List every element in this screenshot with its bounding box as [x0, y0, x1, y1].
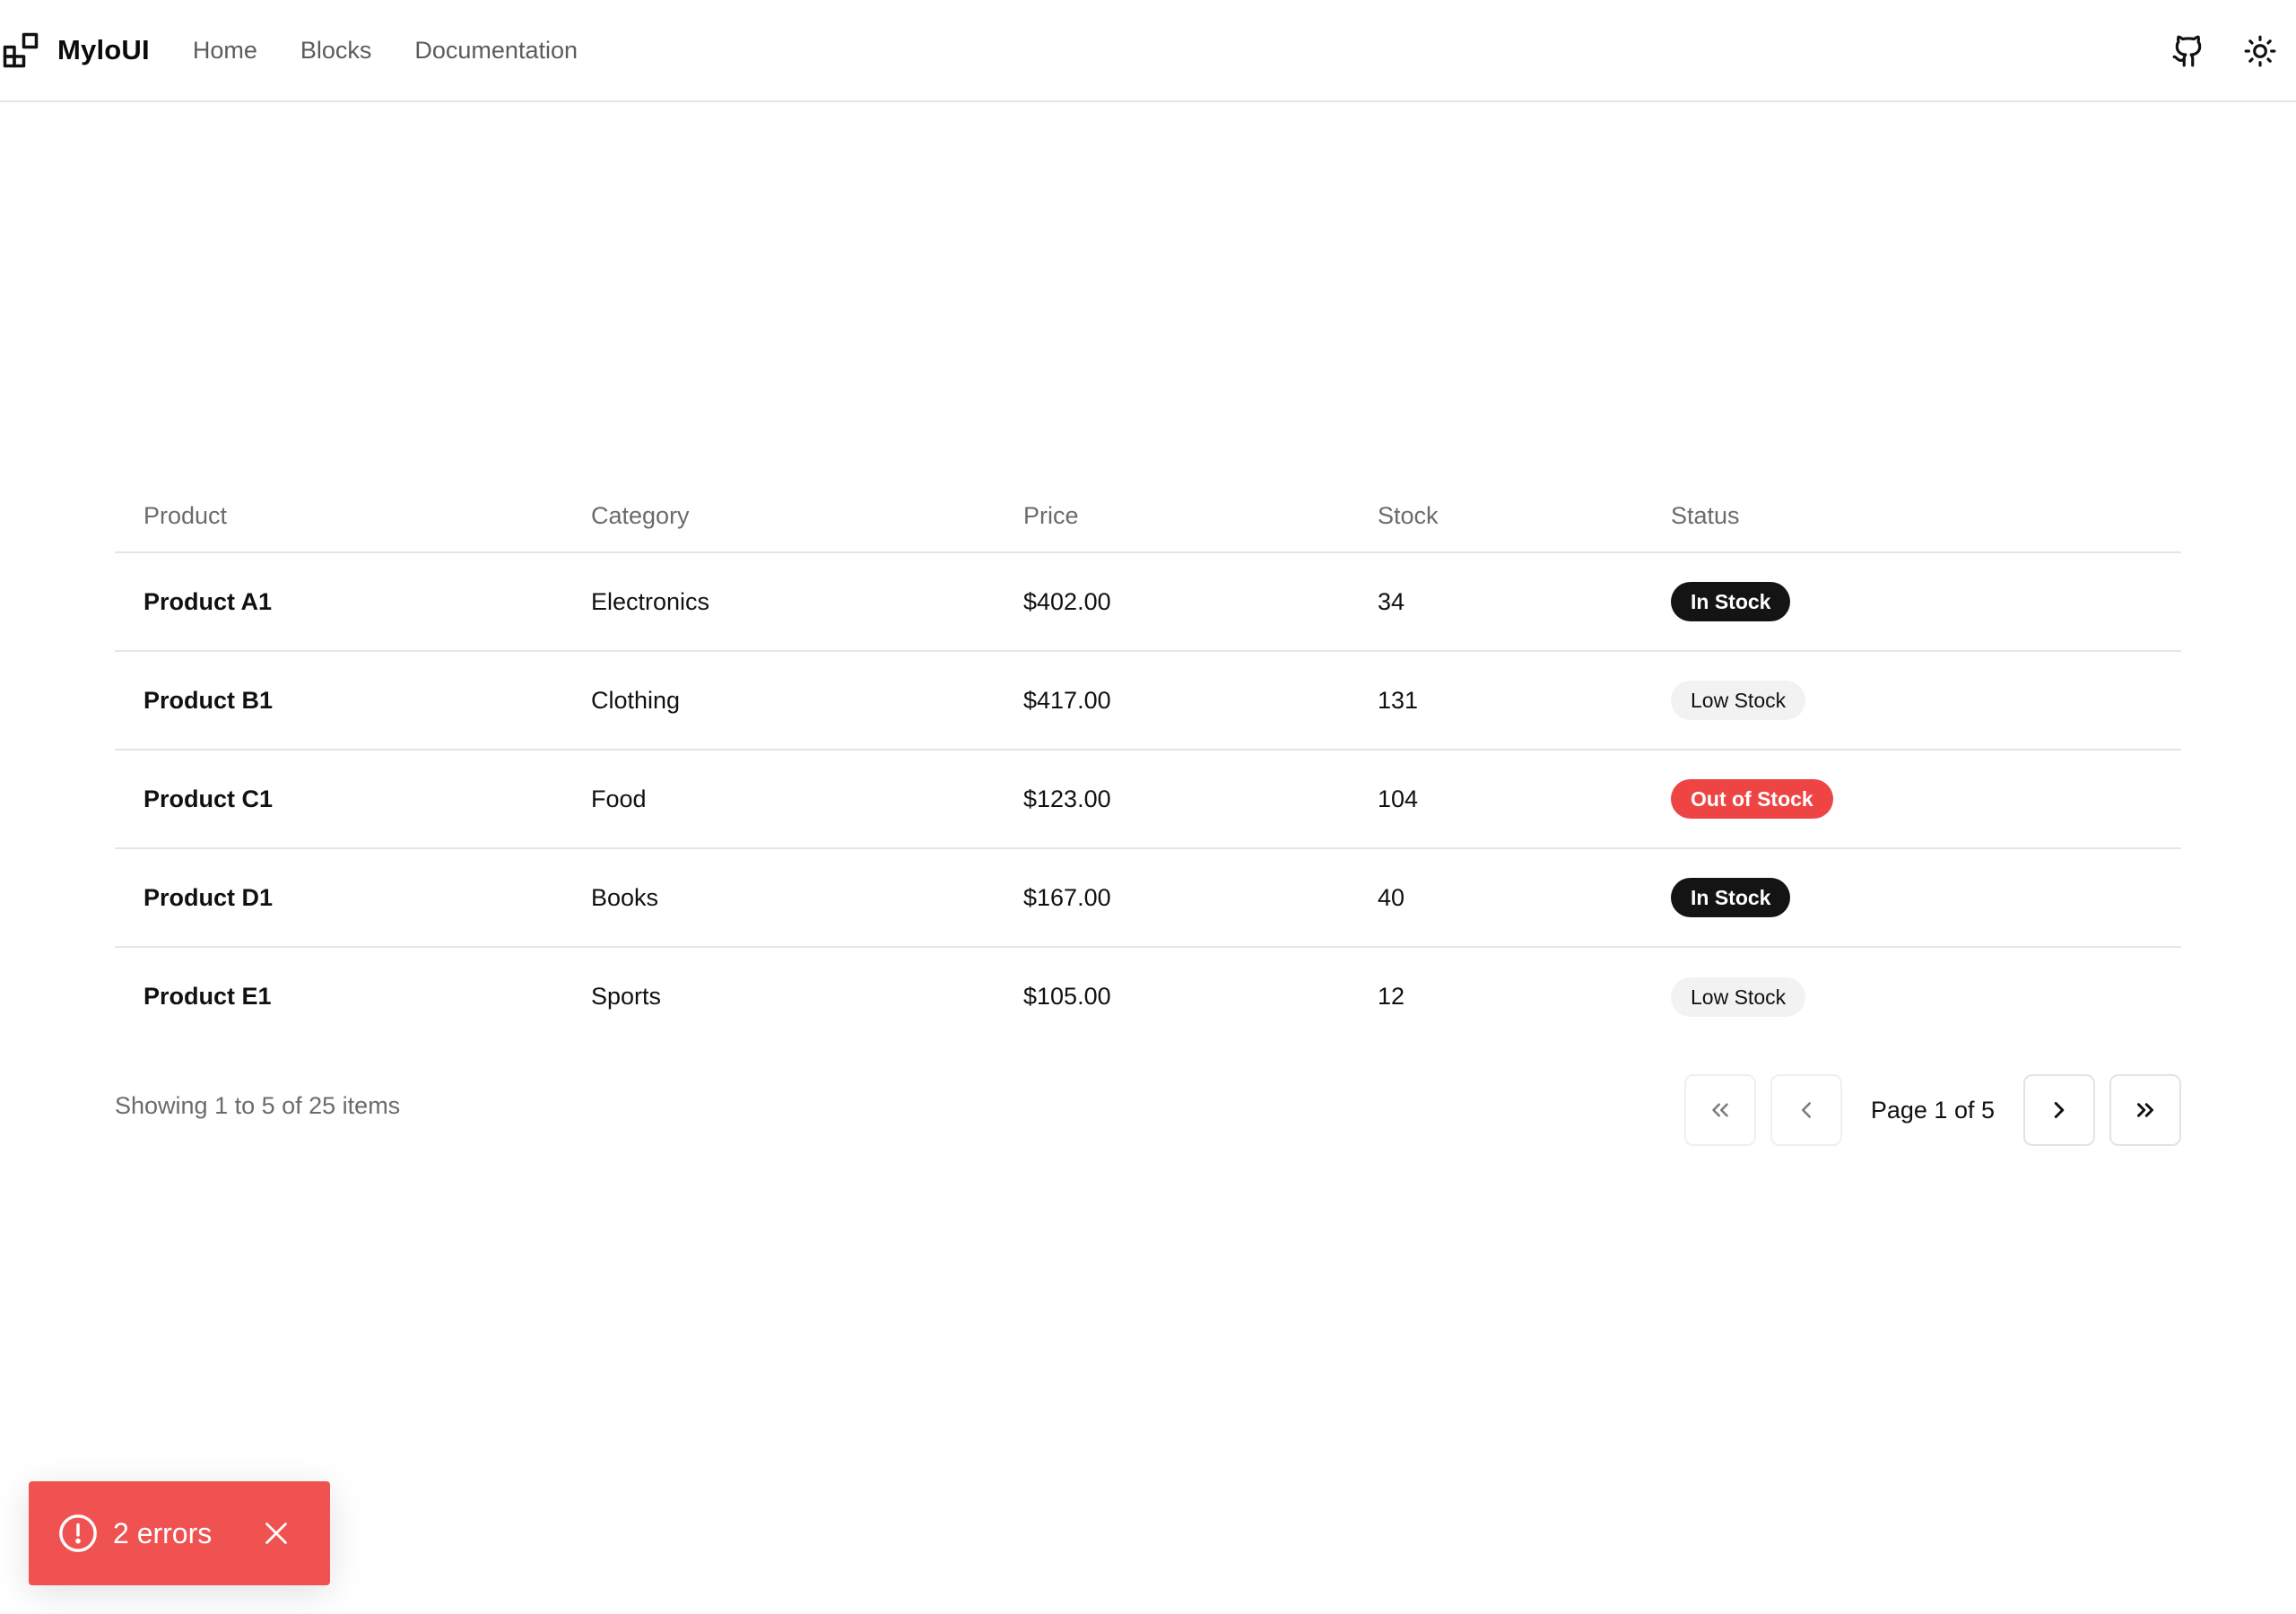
- cell-price: $167.00: [995, 848, 1349, 948]
- products-table: Product Category Price Stock Status Prod…: [115, 481, 2181, 1046]
- theme-toggle-button[interactable]: [2235, 26, 2285, 76]
- github-button[interactable]: [2163, 26, 2213, 76]
- cell-category: Sports: [591, 983, 662, 1010]
- cell-status: Low Stock: [1642, 651, 2181, 751]
- column-header-price: Price: [995, 481, 1349, 553]
- github-icon: [2171, 34, 2205, 68]
- sun-icon: [2243, 34, 2277, 68]
- error-toast[interactable]: 2 errors: [29, 1481, 330, 1585]
- grid-blocks-icon: [2, 31, 39, 69]
- next-page-button[interactable]: [2023, 1074, 2095, 1146]
- table-header-row: Product Category Price Stock Status: [115, 481, 2181, 553]
- alert-circle-icon: [57, 1513, 99, 1554]
- last-page-button[interactable]: [2109, 1074, 2181, 1146]
- cell-status: Out of Stock: [1642, 750, 2181, 849]
- chevron-left-icon: [1793, 1097, 1820, 1124]
- close-icon[interactable]: [260, 1517, 292, 1549]
- products-table-container: Product Category Price Stock Status Prod…: [115, 481, 2181, 1046]
- status-badge: Low Stock: [1671, 681, 1806, 720]
- chevrons-right-icon: [2132, 1097, 2159, 1124]
- first-page-button[interactable]: [1683, 1074, 1756, 1146]
- brand-link[interactable]: MyloUI: [2, 31, 150, 69]
- table-row: Product E1 Sports $105.00 12 Low Stock: [115, 947, 2181, 1046]
- cell-product: Product B1: [115, 651, 562, 751]
- status-badge: Low Stock: [1671, 976, 1806, 1017]
- column-header-category: Category: [562, 481, 995, 553]
- table-row: Product A1 Electronics $402.00 34 In Sto…: [115, 552, 2181, 652]
- status-badge: In Stock: [1671, 582, 1791, 621]
- column-header-stock: Stock: [1349, 481, 1642, 553]
- nav-documentation[interactable]: Documentation: [414, 37, 578, 65]
- cell-product: Product E1: [144, 983, 272, 1010]
- error-count: 2 errors: [113, 1516, 213, 1549]
- cell-price: $123.00: [995, 750, 1349, 849]
- table-row: Product D1 Books $167.00 40 In Stock: [115, 848, 2181, 948]
- page-indicator: Page 1 of 5: [1870, 1096, 1995, 1124]
- main-nav: Home Blocks Documentation: [193, 37, 621, 65]
- cell-category: Electronics: [562, 552, 995, 652]
- nav-home[interactable]: Home: [193, 37, 257, 65]
- status-badge: Out of Stock: [1671, 779, 1833, 819]
- cell-stock: 40: [1349, 848, 1642, 948]
- column-header-status: Status: [1642, 481, 2181, 553]
- cell-category: Books: [562, 848, 995, 948]
- cell-status: In Stock: [1642, 848, 2181, 948]
- cell-product: Product D1: [115, 848, 562, 948]
- cell-product: Product A1: [115, 552, 562, 652]
- column-header-product: Product: [115, 481, 562, 553]
- cell-category: Clothing: [562, 651, 995, 751]
- pagination: Page 1 of 5: [1683, 1074, 2181, 1146]
- cell-category: Food: [562, 750, 995, 849]
- header-actions: [2163, 0, 2296, 102]
- table-row: Product B1 Clothing $417.00 131 Low Stoc…: [115, 651, 2181, 751]
- cell-stock: 34: [1349, 552, 1642, 652]
- top-navbar: MyloUI Home Blocks Documentation: [0, 0, 2296, 102]
- cell-price: $402.00: [995, 552, 1349, 652]
- brand-name: MyloUI: [57, 34, 150, 65]
- cell-price: $105.00: [1023, 983, 1111, 1010]
- items-summary: Showing 1 to 5 of 25 items: [115, 1092, 401, 1119]
- table-row: Product C1 Food $123.00 104 Out of Stock: [115, 750, 2181, 849]
- nav-blocks[interactable]: Blocks: [300, 37, 372, 65]
- chevron-right-icon: [2046, 1097, 2073, 1124]
- cell-price: $417.00: [995, 651, 1349, 751]
- cell-stock: 131: [1349, 651, 1642, 751]
- cell-product: Product C1: [115, 750, 562, 849]
- cell-status: Low Stock: [1642, 947, 2181, 1046]
- cell-status: In Stock: [1642, 552, 2181, 652]
- previous-page-button[interactable]: [1770, 1074, 1842, 1146]
- cell-stock: 12: [1378, 983, 1405, 1010]
- chevrons-left-icon: [1707, 1097, 1734, 1124]
- cell-stock: 104: [1349, 750, 1642, 849]
- status-badge: In Stock: [1671, 878, 1791, 917]
